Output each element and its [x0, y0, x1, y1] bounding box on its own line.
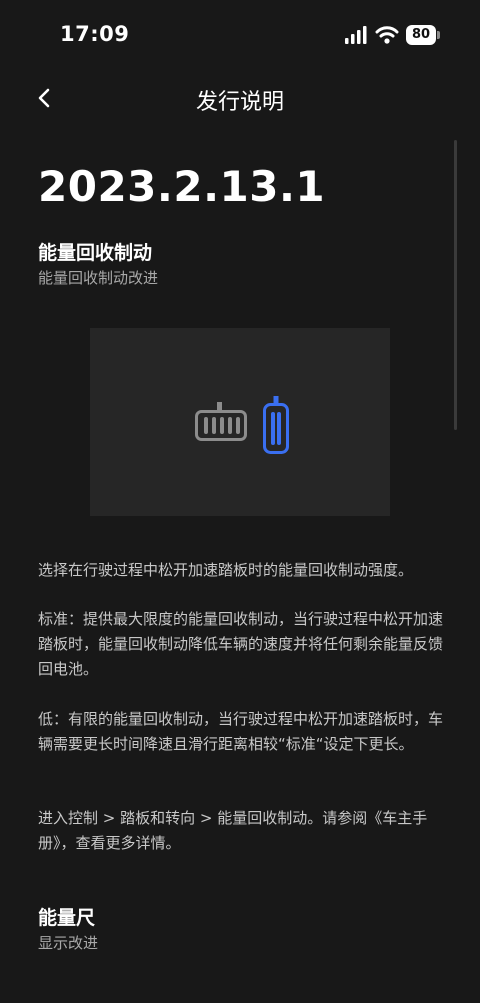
- page-title: 发行说明: [195, 90, 284, 115]
- version-number: 2023.2.13.1: [38, 162, 326, 211]
- battery-icon: 80: [406, 25, 436, 45]
- status-bar: 17:09 80: [0, 0, 480, 64]
- description-intro: 选择在行驶过程中松开加速踏板时的能量回收制动强度。: [38, 561, 414, 579]
- status-time: 17:09: [60, 22, 130, 46]
- pedal-illustration: [90, 328, 390, 516]
- scrollbar[interactable]: [454, 140, 457, 430]
- battery-tip: [437, 31, 440, 39]
- feature-subtitle-regen: 能量回收制动改进: [38, 269, 159, 287]
- description-navigation: 进入控制 > 踏板和转向 > 能量回收制动。请参阅《车主手册》，查看更多详情。: [38, 809, 428, 852]
- signal-icon: [345, 26, 367, 44]
- accelerator-pedal-icon: [263, 396, 289, 454]
- feature-title-regen: 能量回收制动: [38, 242, 153, 264]
- nav-bar: 发行说明: [0, 70, 480, 126]
- description-standard: 标准：提供最大限度的能量回收制动，当行驶过程中松开加速踏板时，能量回收制动降低车…: [38, 610, 444, 678]
- feature-subtitle-energy-meter: 显示改进: [38, 934, 99, 952]
- wifi-icon: [375, 26, 399, 44]
- description-low: 低：有限的能量回收制动，当行驶过程中松开加速踏板时，车辆需要更长时间降速且滑行距…: [38, 710, 444, 753]
- feature-title-energy-meter: 能量尺: [38, 907, 96, 929]
- brake-pedal-icon: [195, 402, 247, 441]
